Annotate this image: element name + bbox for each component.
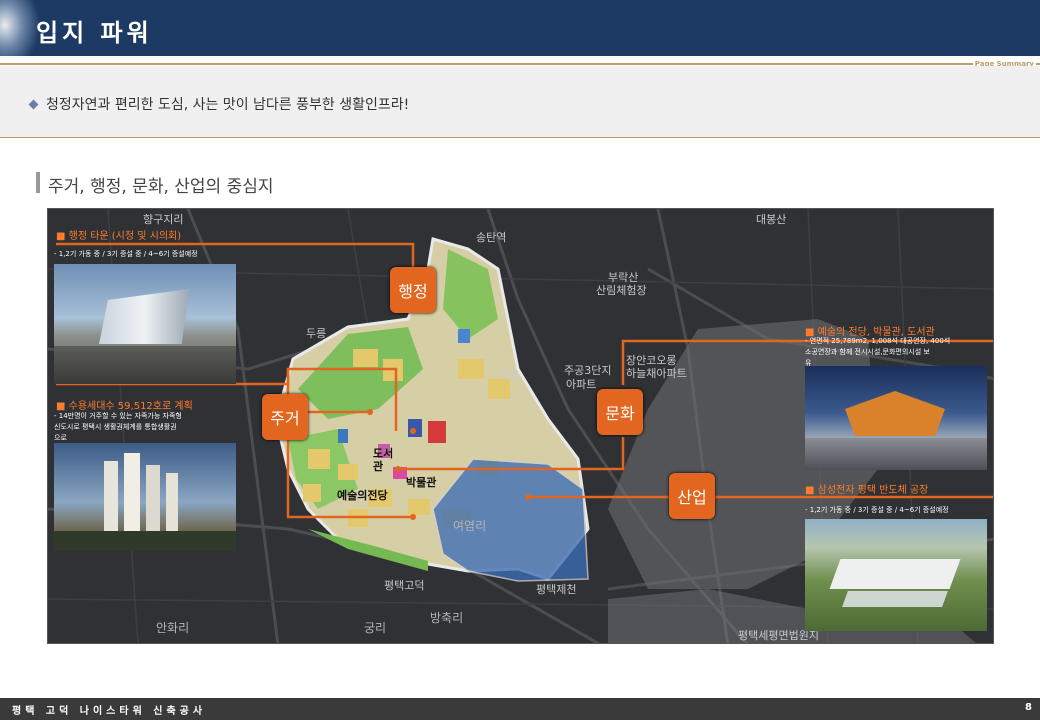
section-title: 주거, 행정, 문화, 산업의 중심지 — [48, 177, 274, 197]
place-pyeongtaek-jecheon: 평택제천 — [536, 583, 577, 596]
page-number: 8 — [1025, 702, 1032, 713]
place-hyanggu: 향구지리 — [143, 213, 184, 226]
location-map: 향구지리 송탄역 부락산 산림체험장 두릉 리역 주공3단지 아파트 장안코오롱… — [47, 208, 994, 644]
footer-project-name: 평택 고덕 나이스타워 신축공사 — [12, 706, 207, 717]
industry-info-desc: - 1,2기 가동 중 / 3기 증설 중 / 4~6기 증설예정 — [805, 506, 949, 514]
place-bangchuk: 방축리 — [430, 611, 464, 625]
apartment-photo — [54, 443, 236, 551]
city-hall-photo — [54, 264, 236, 384]
place-anhwa: 안화리 — [156, 621, 190, 635]
slogan-band: 청정자연과 편리한 도심, 사는 맛이 남다른 풍부한 생활인프라! — [0, 66, 1040, 138]
facility-museum: 박물관 — [406, 476, 437, 489]
category-admin-badge: 행정 — [390, 267, 436, 313]
place-jangan-apt: 하늘채아파트 — [626, 367, 687, 380]
place-gungri: 궁리 — [364, 621, 387, 635]
industry-info-title: ■ 삼성전자 평택 반도체 공장 — [805, 485, 929, 496]
housing-info-desc-1: - 14만명이 거주할 수 있는 자족가능 자족형 — [54, 412, 182, 420]
housing-info-desc-3: 으로 — [54, 434, 67, 442]
admin-info-title: ■ 행정 타운 (시청 및 시의회) — [56, 231, 182, 242]
admin-info-desc: - 1,2기 가동 중 / 3기 증설 중 / 4~6기 증설예정 — [54, 250, 198, 258]
facility-library: 도서 관 — [373, 447, 394, 473]
culture-info-desc-1: - 연면적 25,789m2, 1,008석 대공연장, 400석 — [805, 337, 951, 345]
category-culture-badge: 문화 — [597, 389, 643, 435]
footer-bar: 평택 고덕 나이스타워 신축공사 8 — [0, 698, 1040, 720]
header-bar: 입지 파워 — [0, 0, 1040, 56]
housing-info-desc-2: 신도시로 평택시 생활권체계를 통합생활권 — [54, 423, 177, 431]
place-yeomni: 여염리 — [453, 519, 487, 533]
housing-info-title: ■ 수용세대수 59,512호로 계획 — [56, 401, 193, 412]
section-bar — [36, 172, 40, 193]
page-title: 입지 파워 — [36, 19, 153, 47]
header-glow — [0, 0, 40, 56]
place-songtan: 송탄역 — [476, 231, 507, 244]
diamond-bullet-icon — [28, 99, 39, 110]
place-jugong-apt: 아파트 — [566, 378, 597, 391]
facility-art-hall: 예술의전당 — [337, 489, 388, 502]
place-burak-forest: 산림체험장 — [596, 284, 647, 297]
gold-divider — [0, 63, 1040, 65]
place-dureung: 두릉 — [306, 327, 327, 340]
place-station: 리역 — [498, 369, 519, 382]
culture-info-desc-2: 소공연장과 함께 전시시설,문화편의시설 보 — [805, 348, 930, 356]
category-housing-badge: 주거 — [262, 394, 308, 440]
place-daebong: 대봉산 — [756, 213, 787, 226]
slogan-text: 청정자연과 편리한 도심, 사는 맛이 남다른 풍부한 생활인프라! — [46, 97, 410, 113]
place-pyeongtaek-godeok: 평택고덕 — [384, 579, 425, 592]
semiconductor-plant-photo — [805, 519, 987, 631]
category-industry-badge: 산업 — [669, 473, 715, 519]
art-center-photo — [805, 366, 987, 470]
